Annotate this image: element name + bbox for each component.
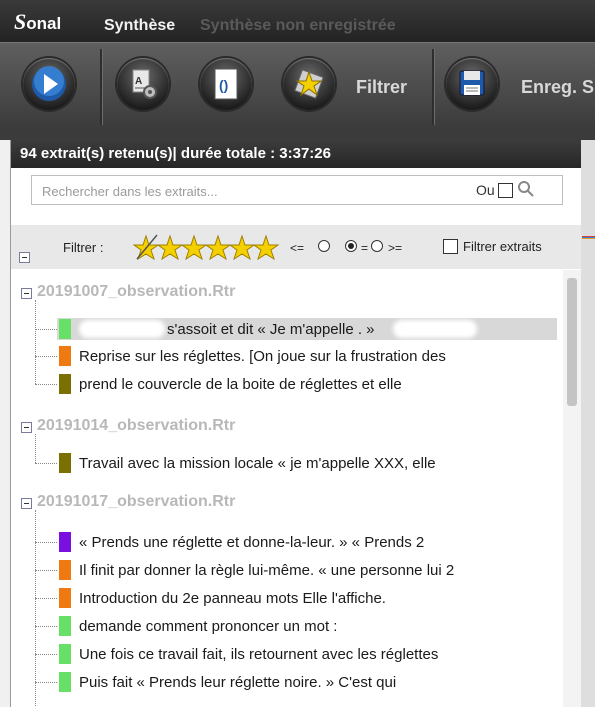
- extract-text: prend le couvercle de la boite de réglet…: [79, 376, 402, 393]
- svg-text:A: A: [135, 76, 142, 87]
- play-button[interactable]: [23, 58, 75, 110]
- filter-extracts-checkbox[interactable]: [443, 239, 458, 254]
- search-icon[interactable]: [516, 179, 536, 199]
- color-legend-strip: [582, 236, 595, 239]
- filter-toolbar-label[interactable]: Filtrer: [356, 77, 407, 98]
- tree-connector: [35, 626, 57, 627]
- filter-bar: Filtrer : <= = >= Filtrer extraits: [11, 225, 581, 269]
- tree-connector: [35, 654, 57, 655]
- lte-radio[interactable]: [318, 240, 330, 252]
- star-icon[interactable]: [204, 234, 232, 261]
- eq-label: =: [361, 241, 369, 255]
- app-logo-name: onal: [26, 14, 62, 33]
- tree-scrollbar[interactable]: [563, 270, 581, 707]
- collapse-icon[interactable]: [21, 288, 32, 299]
- tree-connector: [35, 356, 57, 357]
- collapse-icon[interactable]: [21, 422, 32, 433]
- code-color-swatch: [59, 560, 71, 580]
- code-color-swatch: [59, 453, 71, 473]
- tree-connector: [35, 384, 57, 385]
- document-icon: (): [214, 68, 238, 100]
- tree-connector: [35, 682, 57, 683]
- eq-radio[interactable]: [345, 240, 357, 252]
- tree-connector: [35, 300, 36, 384]
- extract-text: demande comment prononcer un mot :: [79, 618, 338, 635]
- file-name: 20191014_observation.Rtr: [37, 417, 236, 434]
- star-icon[interactable]: [180, 234, 208, 261]
- save-icon: [459, 70, 485, 96]
- save-toolbar-label[interactable]: Enreg. S: [521, 77, 594, 98]
- code-color-swatch: [59, 319, 71, 339]
- tree-connector: [35, 434, 36, 463]
- lte-label: <=: [290, 241, 305, 255]
- code-color-swatch: [59, 374, 71, 394]
- extract-text: Reprise sur les réglettes. [On joue sur …: [79, 348, 446, 365]
- extract-item[interactable]: s'assoit et dit « Je m'appelle . »: [57, 318, 557, 340]
- gte-label: >=: [388, 241, 403, 255]
- extract-text: Introduction du 2e panneau mots Elle l'a…: [79, 590, 386, 607]
- code-color-swatch: [59, 532, 71, 552]
- file-name: 20191017_observation.Rtr: [37, 493, 236, 510]
- filter-label: Filtrer :: [63, 240, 104, 255]
- play-icon: [32, 66, 66, 101]
- code-color-swatch: [59, 644, 71, 664]
- ou-checkbox[interactable]: [498, 183, 513, 198]
- tree-connector: [35, 510, 36, 707]
- extract-text: Une fois ce travail fait, ils retournent…: [79, 646, 439, 663]
- extract-text: Puis fait « Prends leur réglette noire. …: [79, 674, 397, 691]
- search-input[interactable]: [40, 181, 464, 201]
- app-logo: Sonal: [14, 9, 61, 35]
- document-button[interactable]: (): [200, 58, 252, 110]
- extract-text: Travail avec la mission locale « je m'ap…: [79, 455, 436, 472]
- filter-settings-icon: A: [132, 69, 157, 99]
- redaction: [393, 320, 477, 338]
- toolbar-separator: [432, 49, 435, 125]
- scrollbar-thumb[interactable]: [567, 278, 577, 406]
- window-title: Synthèse: [104, 17, 176, 34]
- star-icon[interactable]: [228, 234, 256, 261]
- collapse-all-icon[interactable]: [19, 252, 30, 263]
- star-filter-button[interactable]: [283, 58, 335, 110]
- app-logo-initial: S: [14, 9, 27, 34]
- extracts-tree: 20191007_observation.Rtr s'assoit et dit…: [11, 270, 563, 707]
- code-color-swatch: [59, 346, 71, 366]
- tree-connector: [35, 598, 57, 599]
- filter-extracts-label: Filtrer extraits: [463, 239, 542, 254]
- star-rating-filter[interactable]: [133, 233, 283, 263]
- gte-radio[interactable]: [371, 240, 383, 252]
- extract-text: Il finit par donner la règle lui-même. «…: [79, 562, 455, 579]
- filter-settings-button[interactable]: A: [117, 58, 169, 110]
- tree-connector: [35, 570, 57, 571]
- file-name: 20191007_observation.Rtr: [37, 283, 236, 300]
- star-icon[interactable]: [252, 234, 280, 261]
- code-color-swatch: [59, 672, 71, 692]
- extracts-panel: 94 extrait(s) retenu(s)| durée totale : …: [10, 140, 581, 707]
- right-pane-edge: [580, 140, 595, 707]
- tree-connector: [35, 329, 57, 330]
- extract-text: s'assoit et dit « Je m'appelle . »: [167, 321, 375, 338]
- toolbar-separator: [100, 49, 103, 125]
- save-button[interactable]: [446, 58, 498, 110]
- svg-text:(): (): [219, 77, 228, 93]
- window-subtitle: Synthèse non enregistrée: [200, 17, 396, 34]
- toolbar-bottom-strip: [0, 130, 595, 140]
- redaction: [79, 320, 165, 338]
- ou-label: Ou: [476, 182, 495, 198]
- tree-connector: [35, 542, 57, 543]
- code-color-swatch: [59, 588, 71, 608]
- title-bar: Sonal Synthèse Synthèse non enregistrée: [0, 0, 595, 42]
- star-icon[interactable]: [156, 234, 184, 261]
- extracts-summary-header: 94 extrait(s) retenu(s)| durée totale : …: [11, 140, 581, 168]
- search-box: Ou: [31, 175, 563, 205]
- toolbar: A () Filtrer Enreg. S: [0, 42, 595, 131]
- star-filter-icon: [294, 69, 324, 99]
- code-color-swatch: [59, 616, 71, 636]
- tree-connector: [35, 463, 57, 464]
- collapse-icon[interactable]: [21, 498, 32, 509]
- extract-text: « Prends une réglette et donne-la-leur. …: [79, 534, 425, 551]
